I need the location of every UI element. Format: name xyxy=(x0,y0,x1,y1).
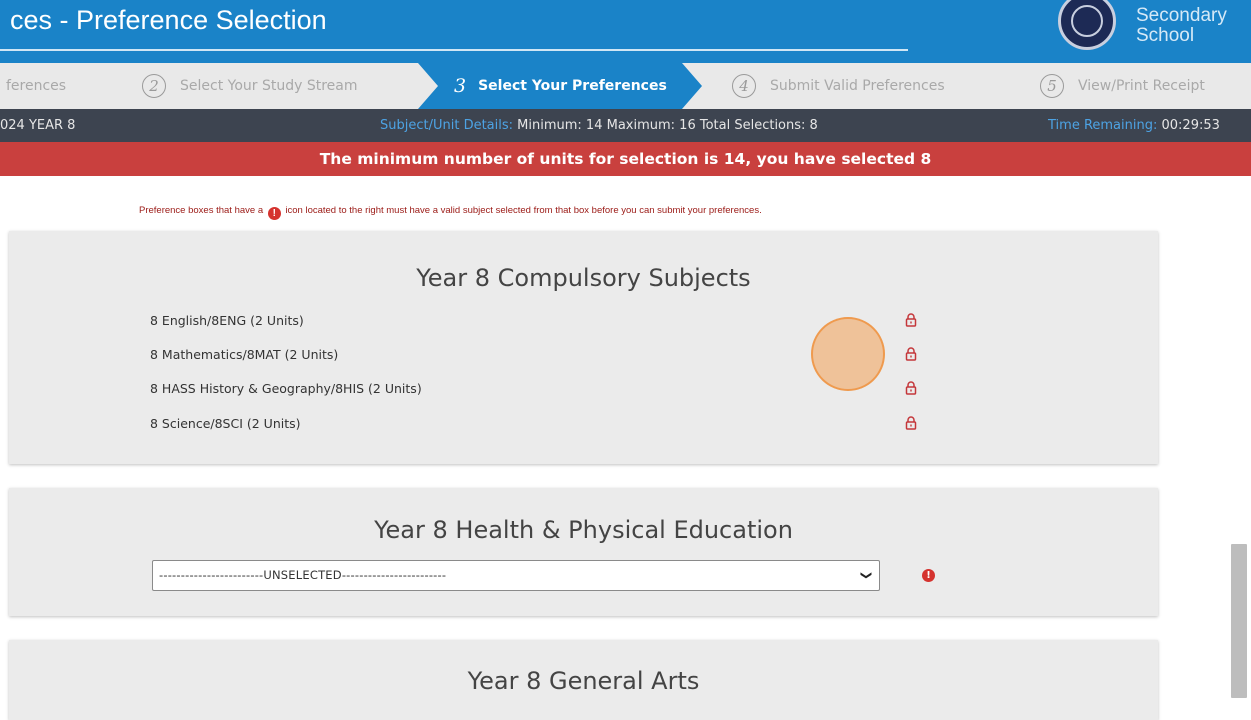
step-1-label: ferences xyxy=(6,78,67,94)
time-remaining: Time Remaining: 00:29:53 xyxy=(1048,118,1220,133)
year-label: 024 YEAR 8 xyxy=(0,118,76,133)
lock-icon xyxy=(905,347,917,361)
warning-icon: ! xyxy=(267,207,281,220)
app-header: ces - Preference Selection Secondary Sch… xyxy=(0,0,1251,63)
preference-note: Preference boxes that have a ! icon loca… xyxy=(139,205,762,220)
step-1[interactable]: ferences xyxy=(6,63,66,109)
hpe-select-value: ------------------------UNSELECTED------… xyxy=(159,568,447,582)
time-remaining-value: 00:29:53 xyxy=(1161,118,1220,133)
info-bar: 024 YEAR 8 Subject/Unit Details: Minimum… xyxy=(0,109,1251,142)
page-title: ces - Preference Selection xyxy=(10,5,327,35)
subject-item: 8 English/8ENG (2 Units) xyxy=(150,313,304,328)
header-underline xyxy=(0,49,908,51)
step-5[interactable]: 5 View/Print Receipt xyxy=(1040,63,1205,109)
step-5-label: View/Print Receipt xyxy=(1078,78,1205,94)
compulsory-subjects-panel: Year 8 Compulsory Subjects 8 English/8EN… xyxy=(9,231,1158,464)
scrollbar-thumb[interactable] xyxy=(1231,544,1247,698)
note-text-after: icon located to the right must have a va… xyxy=(285,205,762,216)
subject-item: 8 Science/8SCI (2 Units) xyxy=(150,416,301,431)
subject-item: 8 HASS History & Geography/8HIS (2 Units… xyxy=(150,381,422,396)
unit-details-label: Subject/Unit Details: xyxy=(380,118,514,133)
step-2-label: Select Your Study Stream xyxy=(180,78,358,94)
hpe-panel-title: Year 8 Health & Physical Education xyxy=(374,516,793,544)
arts-panel-title: Year 8 General Arts xyxy=(467,667,700,695)
step-4[interactable]: 4 Submit Valid Preferences xyxy=(732,63,945,109)
step-3-active[interactable]: 3 Select Your Preferences xyxy=(418,63,702,109)
minimum-units-alert: The minimum number of units for selectio… xyxy=(0,142,1251,176)
hpe-panel: Year 8 Health & Physical Education -----… xyxy=(9,488,1158,616)
general-arts-panel: Year 8 General Arts xyxy=(9,640,1158,720)
step-5-number-icon: 5 xyxy=(1040,74,1064,98)
subject-item: 8 Mathematics/8MAT (2 Units) xyxy=(150,347,339,362)
step-3-number: 3 xyxy=(454,75,467,97)
step-2[interactable]: 2 Select Your Study Stream xyxy=(142,63,358,109)
lock-icon xyxy=(905,313,917,327)
cursor-highlight xyxy=(811,317,885,391)
unit-details: Subject/Unit Details: Minimum: 14 Maximu… xyxy=(380,118,818,133)
hpe-subject-select[interactable]: ------------------------UNSELECTED------… xyxy=(152,560,880,591)
school-name: Secondary School xyxy=(1136,6,1227,46)
crest-inner-ring xyxy=(1071,5,1103,37)
step-3-label: Select Your Preferences xyxy=(478,78,667,94)
note-text-before: Preference boxes that have a xyxy=(139,205,264,216)
step-2-number-icon: 2 xyxy=(142,74,166,98)
chevron-down-icon: ❯ xyxy=(859,570,873,581)
lock-icon xyxy=(905,381,917,395)
school-crest-logo xyxy=(1058,0,1116,50)
compulsory-panel-title: Year 8 Compulsory Subjects xyxy=(416,264,751,292)
warning-icon: ! xyxy=(922,569,935,582)
step-4-number-icon: 4 xyxy=(732,74,756,98)
unit-details-value: Minimum: 14 Maximum: 16 Total Selections… xyxy=(517,118,818,133)
lock-icon xyxy=(905,416,917,430)
school-name-line1: Secondary xyxy=(1136,5,1227,26)
time-remaining-label: Time Remaining: xyxy=(1048,118,1158,133)
step-4-label: Submit Valid Preferences xyxy=(770,78,945,94)
school-name-line2: School xyxy=(1136,25,1195,46)
